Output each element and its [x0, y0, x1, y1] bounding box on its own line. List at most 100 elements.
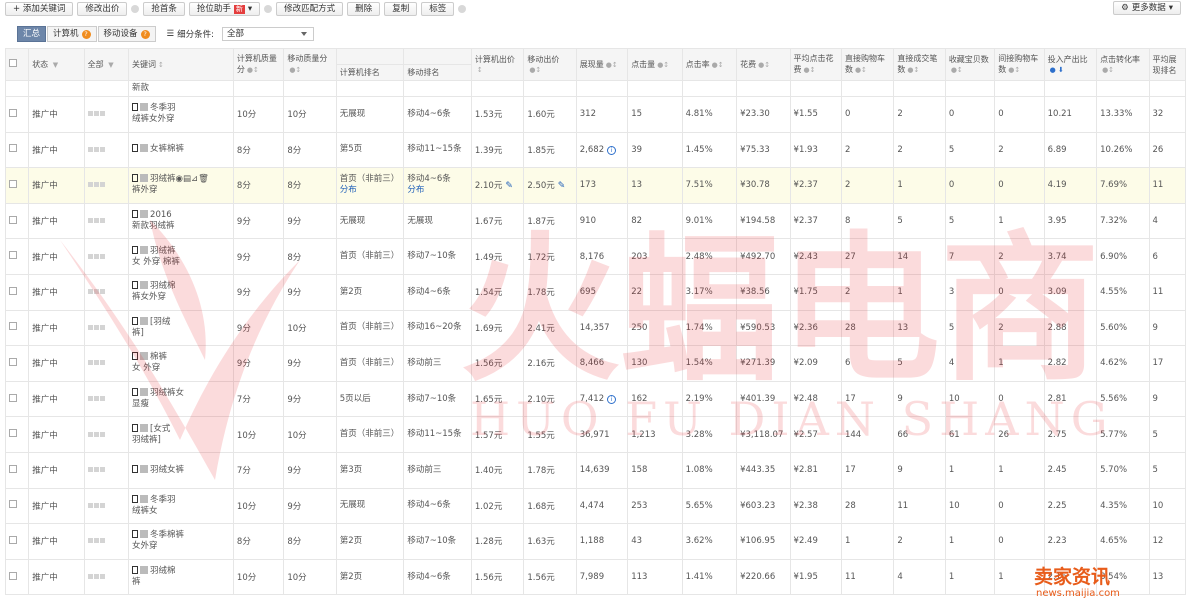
help-dot-icon[interactable]: [131, 5, 140, 13]
keyword-cell[interactable]: 羽绒棉裤: [128, 558, 234, 596]
mini-square-icon[interactable]: [87, 253, 93, 259]
keyword-line2[interactable]: 绒裤女外穿: [132, 114, 175, 124]
keyword-line1[interactable]: 2016: [150, 210, 172, 220]
row-checkbox[interactable]: [9, 322, 17, 331]
row-checkbox[interactable]: [9, 251, 17, 260]
mini-square-icon[interactable]: [99, 218, 105, 224]
row-checkbox[interactable]: [9, 108, 17, 117]
cost-header[interactable]: 花费 ●↕: [736, 48, 791, 81]
keyword-cell[interactable]: 羽绒裤女 显瘦: [128, 380, 234, 418]
keyword-cell[interactable]: 冬季羽 绒裤女: [128, 487, 234, 525]
question-icon[interactable]: ?: [81, 29, 91, 39]
table-row[interactable]: 推广中 棉裤女 外穿 9分 9分 首页（非前三） 移动前三 1.56元 2.16元 8,466 1…: [4, 345, 1186, 382]
row-select-cell[interactable]: [4, 202, 30, 240]
mini-square-icon[interactable]: [87, 538, 93, 544]
tab-mobile[interactable]: 移动设备 ?: [97, 26, 156, 42]
table-row[interactable]: 推广中 羽绒棉裤 10分 10分 第2页 移动4~6条 1.56元 1.56元 7,989 113…: [4, 558, 1186, 596]
mini-square-icon[interactable]: [93, 360, 99, 366]
row-select-cell[interactable]: [4, 523, 30, 560]
keyword-line1[interactable]: 棉裤: [150, 352, 167, 362]
keyword-line1[interactable]: [羽绒: [150, 317, 170, 327]
mini-square-icon[interactable]: [87, 182, 93, 188]
mini-square-icon[interactable]: [87, 289, 93, 295]
mobile-bid-header[interactable]: 移动出价 ●↕: [523, 48, 577, 81]
mini-square-icon[interactable]: [99, 502, 105, 508]
keyword-cell[interactable]: 棉裤女 外穿: [128, 345, 234, 382]
select-all-header[interactable]: [4, 48, 30, 81]
pc-quality-header[interactable]: 计算机质量分 ●↕: [232, 48, 285, 81]
mini-square-icon[interactable]: [93, 182, 99, 188]
grab-helper-button[interactable]: 抢位助手 新 ▾: [188, 2, 261, 16]
keyword-line2[interactable]: 裤外穿: [132, 185, 158, 195]
add-keyword-button[interactable]: + 添加关键词: [5, 2, 74, 16]
help-dot-icon[interactable]: [458, 5, 467, 13]
row-checkbox[interactable]: [9, 357, 17, 366]
question-icon[interactable]: ?: [140, 29, 150, 39]
mini-square-icon[interactable]: [99, 360, 105, 366]
keyword-line2[interactable]: 裤]: [132, 328, 144, 338]
keyword-cell[interactable]: [羽绒 裤]: [128, 309, 234, 347]
mini-square-icon[interactable]: [87, 111, 93, 117]
mini-square-icon[interactable]: [93, 396, 99, 402]
table-row[interactable]: 推广中 冬季棉裤 女外穿 8分 8分 第2页 移动7~10条 1.28元 1.63元 1,188 4…: [4, 523, 1186, 560]
row-checkbox[interactable]: [9, 464, 17, 473]
roi-header[interactable]: 投入产出比 ● ⬇: [1043, 48, 1098, 81]
keyword-cell[interactable]: 女裤棉裤: [128, 131, 234, 169]
keyword-header[interactable]: 关键词 ↕: [128, 48, 234, 81]
row-checkbox[interactable]: [9, 179, 17, 188]
keyword-line2[interactable]: 绒裤女: [132, 506, 158, 516]
mobile-bid-cell[interactable]: 2.50元 ✎: [523, 167, 577, 204]
keyword-line2[interactable]: 女 外穿: [132, 363, 160, 373]
keyword-line1[interactable]: 羽绒棉: [150, 281, 176, 291]
row-select-cell[interactable]: [4, 273, 30, 311]
tag-button[interactable]: 标签: [421, 2, 455, 16]
edit-icon[interactable]: ▤: [183, 174, 191, 184]
mini-square-icon[interactable]: [93, 431, 99, 437]
keyword-line1[interactable]: 羽绒棉: [150, 566, 176, 576]
mini-square-icon[interactable]: [99, 324, 105, 330]
settings-icon[interactable]: ◉: [176, 174, 183, 184]
mini-square-icon[interactable]: [87, 574, 93, 580]
pc-rank-header[interactable]: 计算机排名: [335, 64, 405, 81]
mini-square-icon[interactable]: [93, 146, 99, 152]
info-icon[interactable]: i: [607, 145, 617, 155]
mini-square-icon[interactable]: [87, 324, 93, 330]
keyword-line2[interactable]: 羽绒裤]: [132, 435, 161, 445]
keyword-line1[interactable]: 女裤棉裤: [150, 144, 184, 154]
table-row[interactable]: 推广中 羽绒裤◉▤⊿🗑 裤外穿 8分 8分 首页（非前三） 分布 移动4~6条 分布 2.10元 ✎…: [4, 167, 1186, 204]
copy-button[interactable]: 复制: [384, 2, 418, 16]
keyword-line1[interactable]: 羽绒裤: [150, 174, 176, 184]
mini-square-icon[interactable]: [87, 146, 93, 152]
mini-square-icon[interactable]: [93, 574, 99, 580]
table-row[interactable]: 推广中 2016 新款羽绒裤 9分 9分 无展现 无展现 1.67元 1.87元 910 82 9.0…: [4, 202, 1186, 240]
row-select-cell[interactable]: [4, 558, 30, 596]
select-all-checkbox[interactable]: [9, 59, 17, 67]
row-select-cell[interactable]: [4, 345, 30, 382]
row-checkbox[interactable]: [9, 535, 17, 544]
mini-square-icon[interactable]: [99, 146, 105, 152]
row-checkbox[interactable]: [9, 571, 17, 580]
tab-computer[interactable]: 计算机 ?: [47, 26, 97, 42]
row-checkbox[interactable]: [9, 215, 17, 224]
trash-icon[interactable]: 🗑: [198, 174, 209, 184]
keyword-cell[interactable]: 2016 新款羽绒裤: [128, 202, 234, 240]
table-row[interactable]: 推广中 羽绒女裤 7分 9分 第3页 移动前三 1.40元 1.78元 14,639 158 1.0…: [4, 451, 1186, 489]
row-select-cell[interactable]: [4, 416, 30, 453]
keyword-cell[interactable]: 羽绒裤女 外穿 棉裤: [128, 238, 234, 275]
mini-square-icon[interactable]: [99, 182, 105, 188]
direct-deal-header[interactable]: 直接成交笔数 ●↕: [893, 48, 946, 81]
condition-select[interactable]: 全部: [222, 27, 315, 41]
table-row[interactable]: 推广中 羽绒裤女 外穿 棉裤 9分 8分 首页（非前三） 移动7~10条 1.49元 1.72…: [4, 238, 1186, 275]
mini-square-icon[interactable]: [87, 431, 93, 437]
grab-first-button[interactable]: 抢首条: [143, 2, 185, 16]
row-select-cell[interactable]: [4, 167, 30, 204]
keyword-line2[interactable]: 裤: [132, 577, 141, 587]
mini-square-icon[interactable]: [99, 289, 105, 295]
table-row[interactable]: 推广中 冬季羽 绒裤女外穿 10分 10分 无展现 移动4~6条 1.53元 1.60元 312 1…: [4, 96, 1186, 133]
pc-bid-header[interactable]: 计算机出价 ↕: [470, 48, 525, 81]
mini-square-icon[interactable]: [93, 538, 99, 544]
table-row[interactable]: 推广中 [羽绒 裤] 9分 10分 首页（非前三） 移动16~20条 1.69元 2.41元 14…: [4, 309, 1186, 347]
keyword-line2[interactable]: 裤女外穿: [132, 292, 166, 302]
tab-summary[interactable]: 汇总: [17, 26, 47, 42]
row-select-cell[interactable]: [4, 451, 30, 489]
